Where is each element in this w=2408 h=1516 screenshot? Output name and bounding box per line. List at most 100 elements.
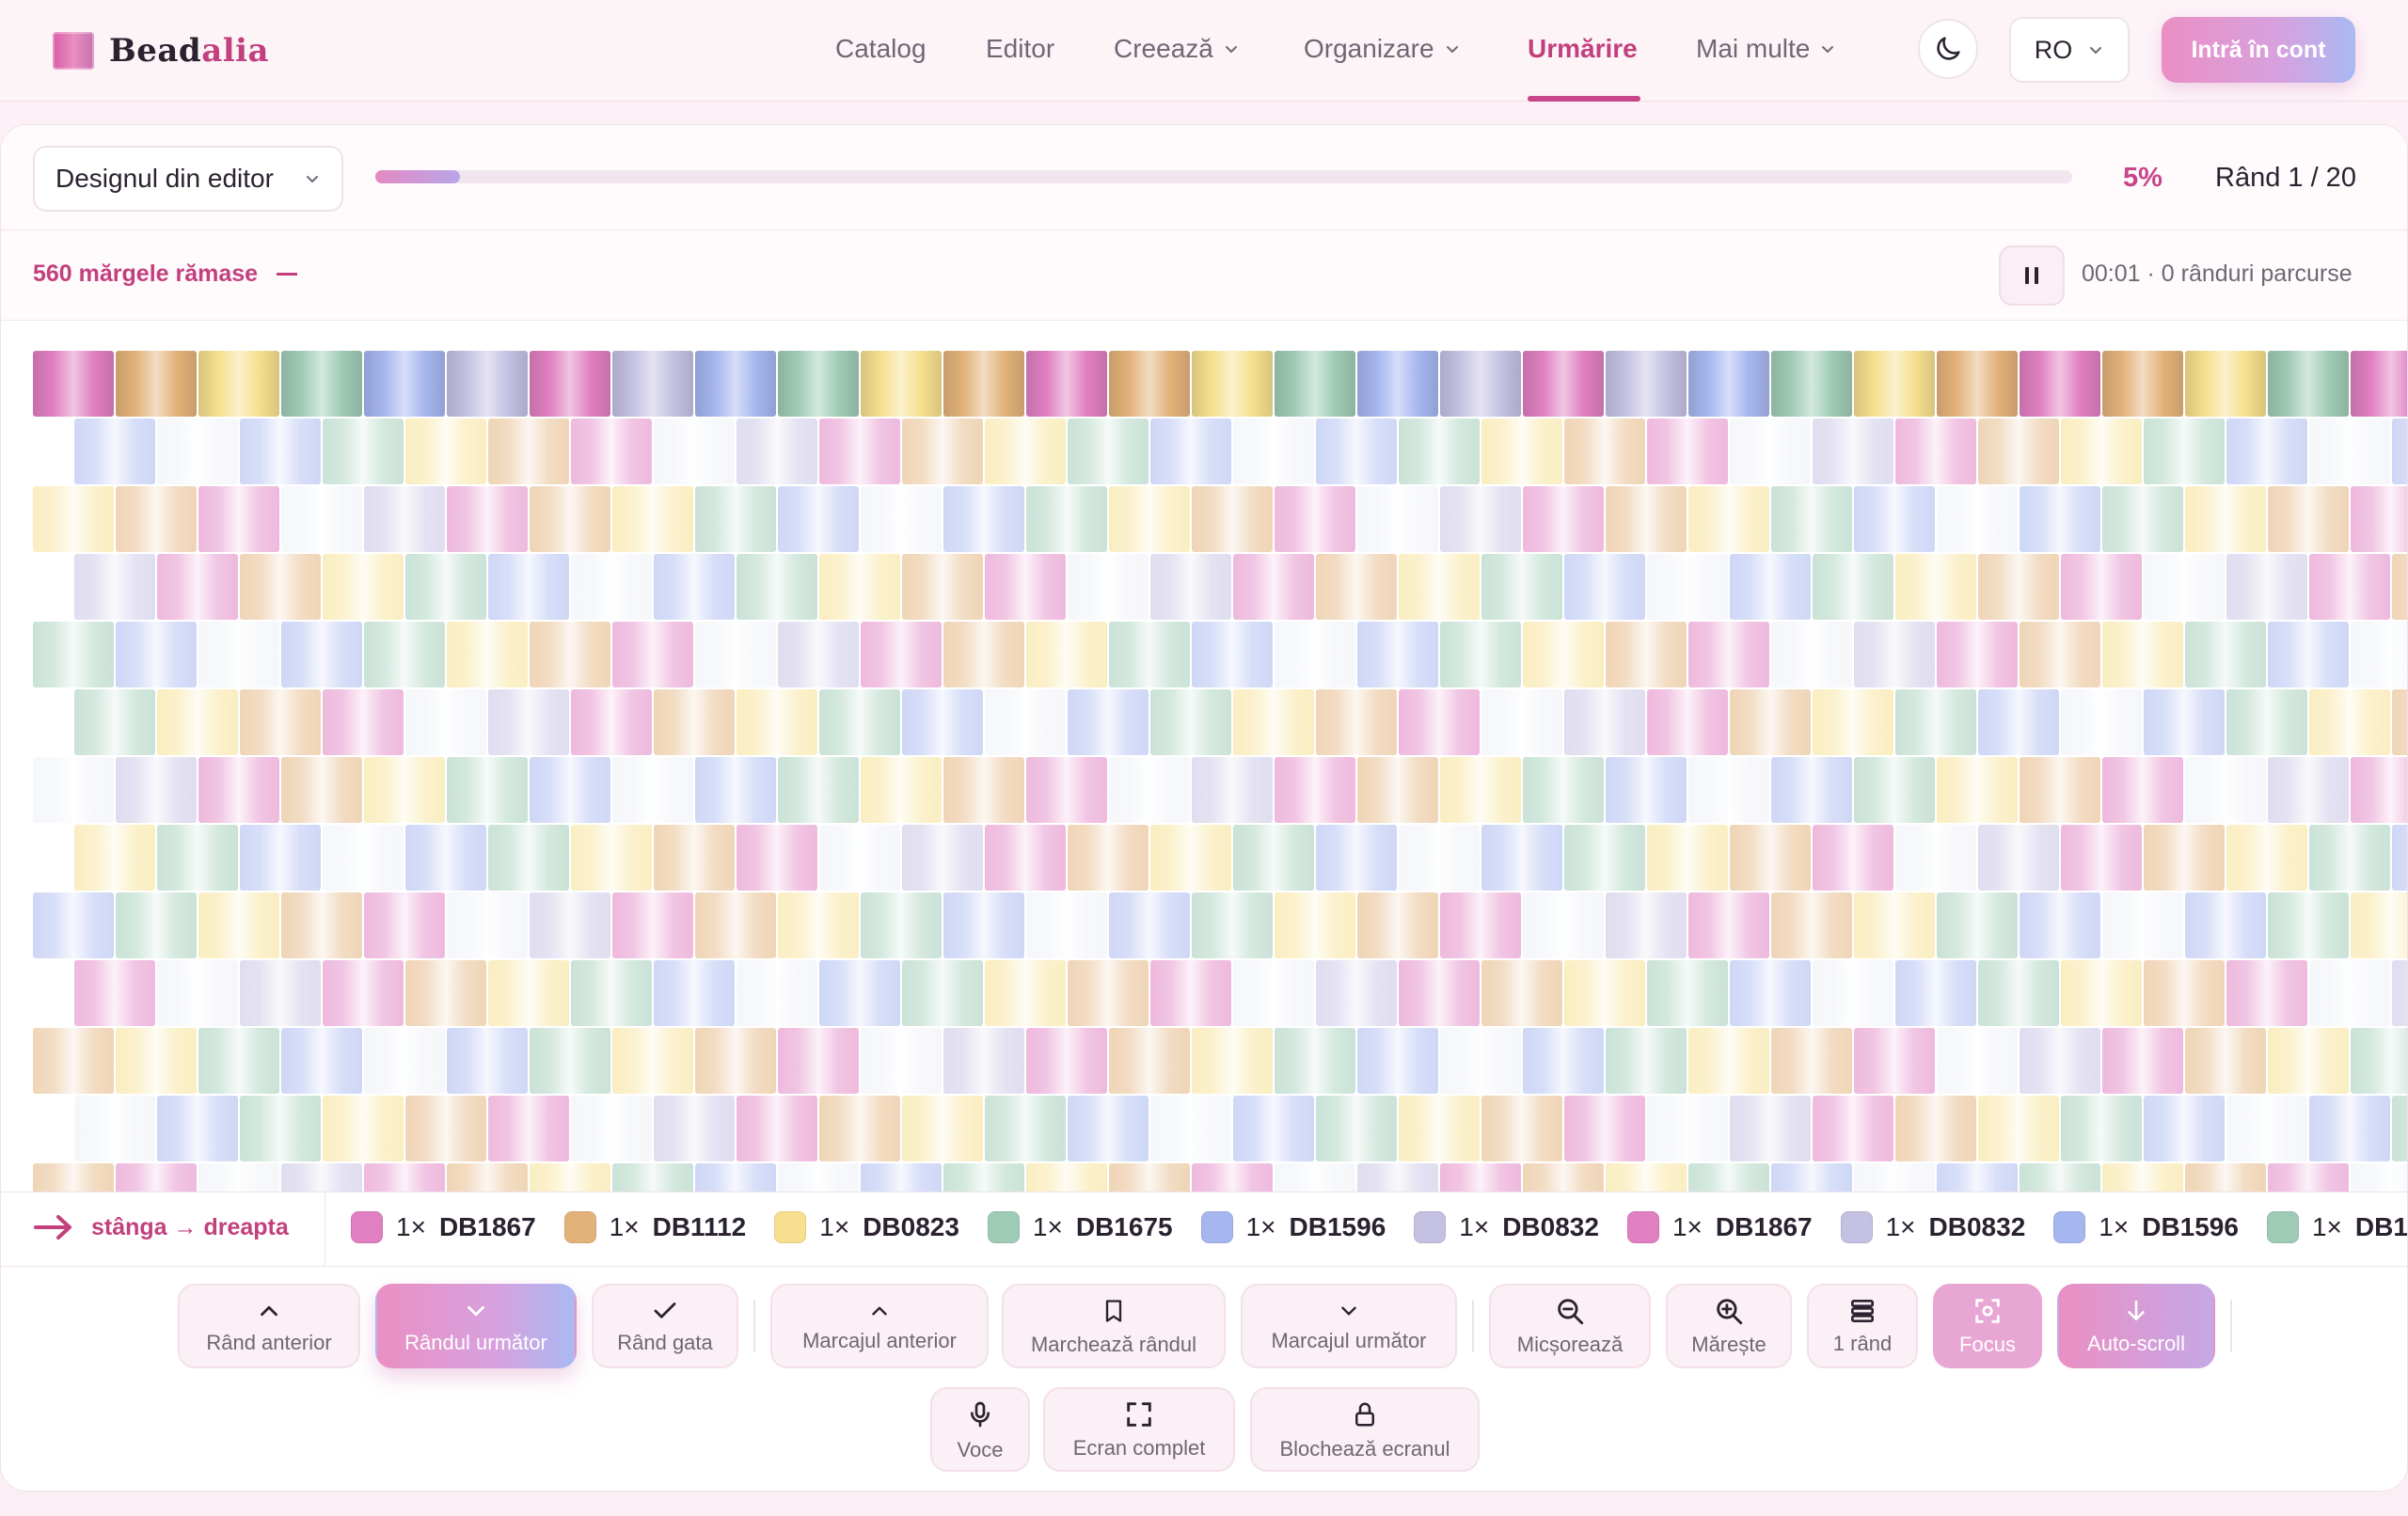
bead[interactable] (1192, 486, 1273, 552)
bead[interactable] (2144, 960, 2225, 1026)
bead[interactable] (323, 418, 404, 484)
bead[interactable] (612, 622, 693, 687)
bead[interactable] (1854, 892, 1935, 958)
bead[interactable] (530, 622, 610, 687)
bead[interactable] (33, 1028, 114, 1094)
bead[interactable] (323, 689, 404, 755)
bead[interactable] (2102, 1163, 2183, 1193)
one-row-view-button[interactable]: 1 rând (1807, 1284, 1918, 1368)
bead[interactable] (281, 622, 362, 687)
bead[interactable] (1647, 960, 1728, 1026)
bead[interactable] (2309, 825, 2390, 891)
bead[interactable] (985, 825, 1066, 891)
bead[interactable] (695, 892, 776, 958)
bead[interactable] (2226, 554, 2307, 620)
bead[interactable] (2268, 622, 2349, 687)
bead[interactable] (2226, 1096, 2307, 1161)
bead[interactable] (1481, 960, 1562, 1026)
bead[interactable] (2020, 892, 2100, 958)
bead[interactable] (861, 1028, 942, 1094)
bead[interactable] (1109, 1163, 1190, 1193)
bead[interactable] (1068, 825, 1149, 891)
bead[interactable] (2268, 1163, 2349, 1193)
bead[interactable] (488, 689, 569, 755)
bead[interactable] (1357, 1163, 1438, 1193)
bead[interactable] (488, 554, 569, 620)
bead[interactable] (116, 892, 197, 958)
bead[interactable] (1978, 960, 2059, 1026)
bead[interactable] (1978, 554, 2059, 620)
bead[interactable] (612, 486, 693, 552)
bead[interactable] (447, 622, 528, 687)
bead[interactable] (1523, 1163, 1604, 1193)
bead[interactable] (1316, 1096, 1397, 1161)
bead[interactable] (1399, 960, 1480, 1026)
bead[interactable] (1564, 418, 1645, 484)
bead[interactable] (2309, 689, 2390, 755)
bead[interactable] (116, 351, 197, 417)
bead[interactable] (2392, 825, 2407, 891)
bead[interactable] (2268, 486, 2349, 552)
bead[interactable] (1688, 351, 1769, 417)
bead[interactable] (1688, 757, 1769, 823)
bead[interactable] (1481, 554, 1562, 620)
bead[interactable] (33, 486, 114, 552)
bead[interactable] (2144, 554, 2225, 620)
bead[interactable] (2392, 418, 2407, 484)
bead[interactable] (281, 1028, 362, 1094)
bead[interactable] (1854, 486, 1935, 552)
zoom-in-button[interactable]: Mărește (1666, 1284, 1792, 1368)
bead[interactable] (861, 486, 942, 552)
bead[interactable] (654, 825, 735, 891)
bead[interactable] (1523, 622, 1604, 687)
bead[interactable] (2061, 1096, 2142, 1161)
bead[interactable] (861, 892, 942, 958)
bead[interactable] (74, 418, 155, 484)
nav-create[interactable]: Creează (1114, 34, 1240, 64)
bead-pattern-grid[interactable] (33, 351, 2407, 1193)
bead[interactable] (2309, 418, 2390, 484)
bead[interactable] (778, 351, 859, 417)
bead[interactable] (2102, 351, 2183, 417)
bead[interactable] (1026, 1163, 1107, 1193)
bead[interactable] (323, 960, 404, 1026)
bead[interactable] (488, 960, 569, 1026)
bead[interactable] (488, 825, 569, 891)
next-row-button[interactable]: Rândul următor (375, 1284, 577, 1368)
bead[interactable] (74, 960, 155, 1026)
bead[interactable] (1192, 1163, 1273, 1193)
bead[interactable] (985, 554, 1066, 620)
bead[interactable] (1688, 1163, 1769, 1193)
bead[interactable] (1275, 1028, 1355, 1094)
bead[interactable] (2061, 554, 2142, 620)
bead[interactable] (1026, 892, 1107, 958)
bead[interactable] (1357, 757, 1438, 823)
bead[interactable] (1813, 960, 1893, 1026)
bead[interactable] (2020, 622, 2100, 687)
bead[interactable] (488, 1096, 569, 1161)
bead[interactable] (1440, 1028, 1521, 1094)
bead[interactable] (1978, 825, 2059, 891)
bead[interactable] (33, 757, 114, 823)
bead[interactable] (2351, 622, 2407, 687)
bead[interactable] (1233, 960, 1314, 1026)
bead[interactable] (737, 689, 817, 755)
bead[interactable] (1316, 825, 1397, 891)
bead[interactable] (902, 825, 983, 891)
bead[interactable] (737, 960, 817, 1026)
bead[interactable] (1068, 960, 1149, 1026)
bead[interactable] (1771, 1163, 1852, 1193)
bead[interactable] (1895, 418, 1976, 484)
bead[interactable] (1647, 825, 1728, 891)
bead[interactable] (447, 486, 528, 552)
bead[interactable] (943, 351, 1024, 417)
bead[interactable] (1026, 1028, 1107, 1094)
app-logo[interactable]: Beadalia (53, 32, 269, 70)
bead[interactable] (1854, 1163, 1935, 1193)
bead[interactable] (819, 960, 900, 1026)
bead[interactable] (819, 825, 900, 891)
bead[interactable] (2020, 757, 2100, 823)
bead[interactable] (1440, 1163, 1521, 1193)
lock-screen-button[interactable]: Blochează ecranul (1250, 1387, 1480, 1472)
bead[interactable] (737, 554, 817, 620)
